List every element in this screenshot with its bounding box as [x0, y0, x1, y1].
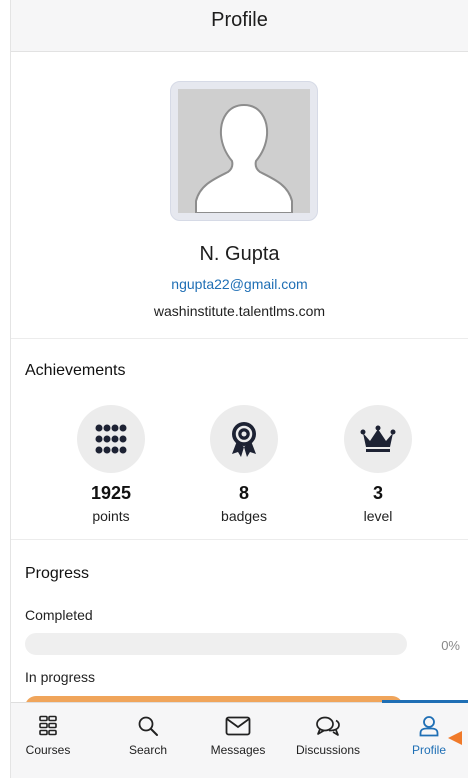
pointer-arrow-icon: [448, 731, 462, 745]
progress-section: Progress Completed 0% In progress: [11, 541, 468, 718]
crown-icon: [360, 425, 396, 452]
level-label: level: [363, 508, 393, 524]
avatar[interactable]: [170, 81, 318, 221]
tab-search-label: Search: [128, 743, 168, 757]
progress-title: Progress: [25, 565, 90, 582]
completed-label: Completed: [25, 607, 93, 623]
profile-card: N. Gupta ngupta22@gmail.com washinstitut…: [11, 53, 468, 339]
badges-value: 8: [238, 483, 249, 503]
tab-search[interactable]: Search: [103, 713, 193, 757]
badges-label: badges: [221, 508, 267, 524]
page-title: Profile: [211, 9, 268, 31]
achievement-badges[interactable]: 8 badges: [189, 405, 299, 524]
bottom-tab-bar: Courses Search Messages Discussions Prof…: [11, 700, 468, 778]
user-domain: washinstitute.talentlms.com: [153, 303, 326, 319]
points-label: points: [92, 508, 130, 524]
user-icon: [419, 716, 439, 737]
courses-grid-icon: [39, 715, 57, 736]
tab-messages[interactable]: Messages: [193, 713, 283, 757]
achievement-icon-circle: [344, 405, 412, 473]
tab-discussions[interactable]: Discussions: [283, 713, 373, 757]
chat-bubbles-icon: [316, 716, 340, 736]
tab-courses[interactable]: Courses: [11, 713, 93, 757]
level-value: 3: [372, 483, 383, 503]
envelope-icon: [225, 716, 251, 736]
active-tab-indicator: [382, 700, 468, 703]
top-header: Profile: [11, 0, 468, 52]
achievement-icon-circle: [77, 405, 145, 473]
tab-courses-label: Courses: [25, 743, 71, 757]
tab-discussions-label: Discussions: [295, 743, 361, 757]
dots-grid-icon: [95, 424, 127, 454]
achievements-title: Achievements: [25, 362, 126, 379]
completed-percent: 0%: [441, 638, 460, 653]
badge-award-icon: [232, 422, 256, 457]
tab-profile-label: Profile: [411, 743, 446, 757]
tab-messages-label: Messages: [210, 743, 266, 757]
achievement-icon-circle: [210, 405, 278, 473]
search-icon: [138, 716, 158, 736]
achievement-points[interactable]: 1925 points: [56, 405, 166, 524]
completed-progress-bar: [25, 633, 407, 655]
in-progress-label: In progress: [25, 669, 96, 685]
user-name: N. Gupta: [199, 243, 280, 265]
avatar-placeholder-icon: [178, 89, 310, 213]
points-value: 1925: [90, 483, 132, 503]
app-screen: Profile N. Gupta ngupta22@gmail.com wash…: [10, 0, 468, 778]
achievement-level[interactable]: 3 level: [323, 405, 433, 524]
achievements-section: Achievements 1925 points 8 badges 3 leve…: [11, 340, 468, 540]
user-email-link[interactable]: ngupta22@gmail.com: [11, 276, 468, 292]
